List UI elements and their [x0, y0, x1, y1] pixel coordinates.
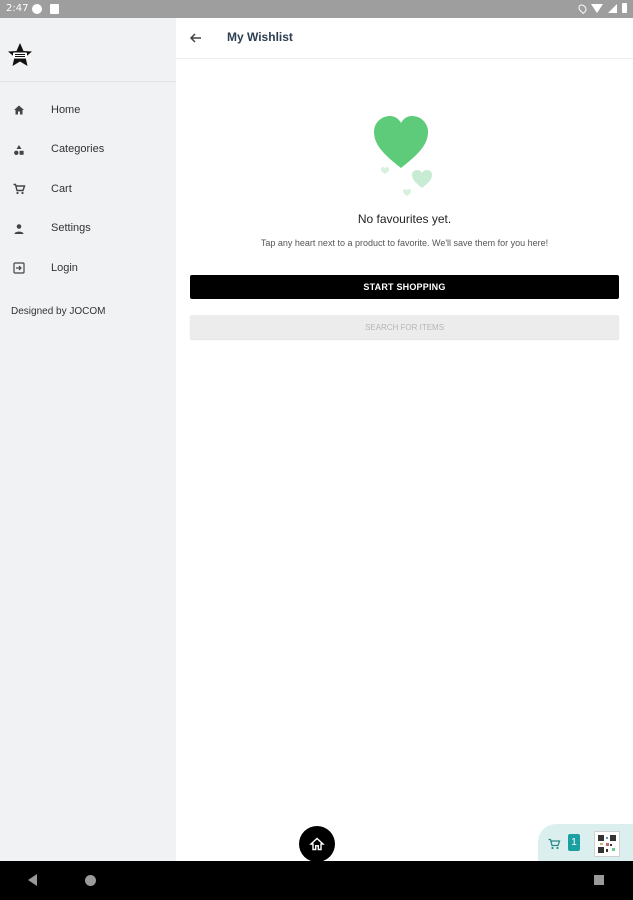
battery-icon	[622, 3, 627, 13]
app-bar: My Wishlist	[176, 18, 633, 59]
heart-icon	[374, 116, 432, 196]
nav-home-icon[interactable]	[85, 875, 96, 886]
system-nav-bar	[0, 861, 633, 900]
qr-code-button[interactable]	[594, 831, 620, 857]
sidebar-divider	[0, 81, 176, 82]
wifi-icon	[591, 3, 603, 13]
sidebar-menu: Home Categories Cart Settings Login	[0, 90, 176, 288]
home-icon	[12, 102, 26, 116]
app-notification-icon	[32, 4, 42, 14]
location-icon	[576, 2, 589, 14]
nav-recents-icon[interactable]	[594, 875, 604, 885]
start-shopping-button[interactable]: START SHOPPING	[190, 275, 619, 299]
sidebar-item-settings[interactable]: Settings	[0, 209, 176, 249]
status-icons	[576, 2, 627, 14]
person-icon	[12, 221, 26, 235]
back-button[interactable]	[186, 28, 206, 48]
sidebar-item-label: Cart	[51, 182, 72, 195]
brand-logo[interactable]	[6, 42, 34, 70]
arrow-left-icon	[189, 33, 201, 43]
signal-icon	[608, 3, 617, 13]
home-icon	[309, 837, 325, 851]
sidebar: Home Categories Cart Settings Login Desi…	[0, 18, 176, 861]
sidebar-item-label: Categories	[51, 143, 105, 156]
cart-shortcut-button[interactable]	[547, 836, 561, 850]
page-title: My Wishlist	[227, 30, 293, 44]
sidebar-item-label: Settings	[51, 222, 91, 235]
qr-code-icon	[598, 835, 616, 853]
designed-by-credit: Designed by JOCOM	[11, 306, 106, 317]
sidebar-item-cart[interactable]: Cart	[0, 169, 176, 209]
sidebar-item-label: Login	[51, 261, 78, 274]
search-for-items-button[interactable]: SEARCH FOR ITEMS	[190, 315, 619, 339]
sidebar-item-categories[interactable]: Categories	[0, 130, 176, 170]
star-logo-icon	[8, 43, 32, 66]
hearts-illustration	[366, 110, 436, 200]
cart-count-badge: 1	[568, 834, 580, 851]
cart-icon	[12, 181, 26, 195]
empty-state-title: No favourites yet.	[357, 212, 452, 226]
main-content: My Wishlist No favourites yet. Tap any h…	[176, 18, 633, 862]
nav-back-icon[interactable]	[28, 874, 37, 886]
sidebar-item-home[interactable]: Home	[0, 90, 176, 130]
floating-cart-widget: 1	[538, 824, 633, 861]
sidebar-item-login[interactable]: Login	[0, 248, 176, 288]
categories-icon	[12, 142, 26, 156]
sidebar-item-label: Home	[51, 103, 81, 116]
login-icon	[12, 260, 26, 274]
status-bar: 2:47	[0, 0, 633, 18]
empty-state-subtitle: Tap any heart next to a product to favor…	[260, 238, 549, 248]
status-time: 2:47	[6, 3, 29, 14]
home-fab-button[interactable]	[299, 826, 335, 862]
cart-icon	[548, 838, 561, 850]
sd-card-icon	[50, 4, 59, 14]
